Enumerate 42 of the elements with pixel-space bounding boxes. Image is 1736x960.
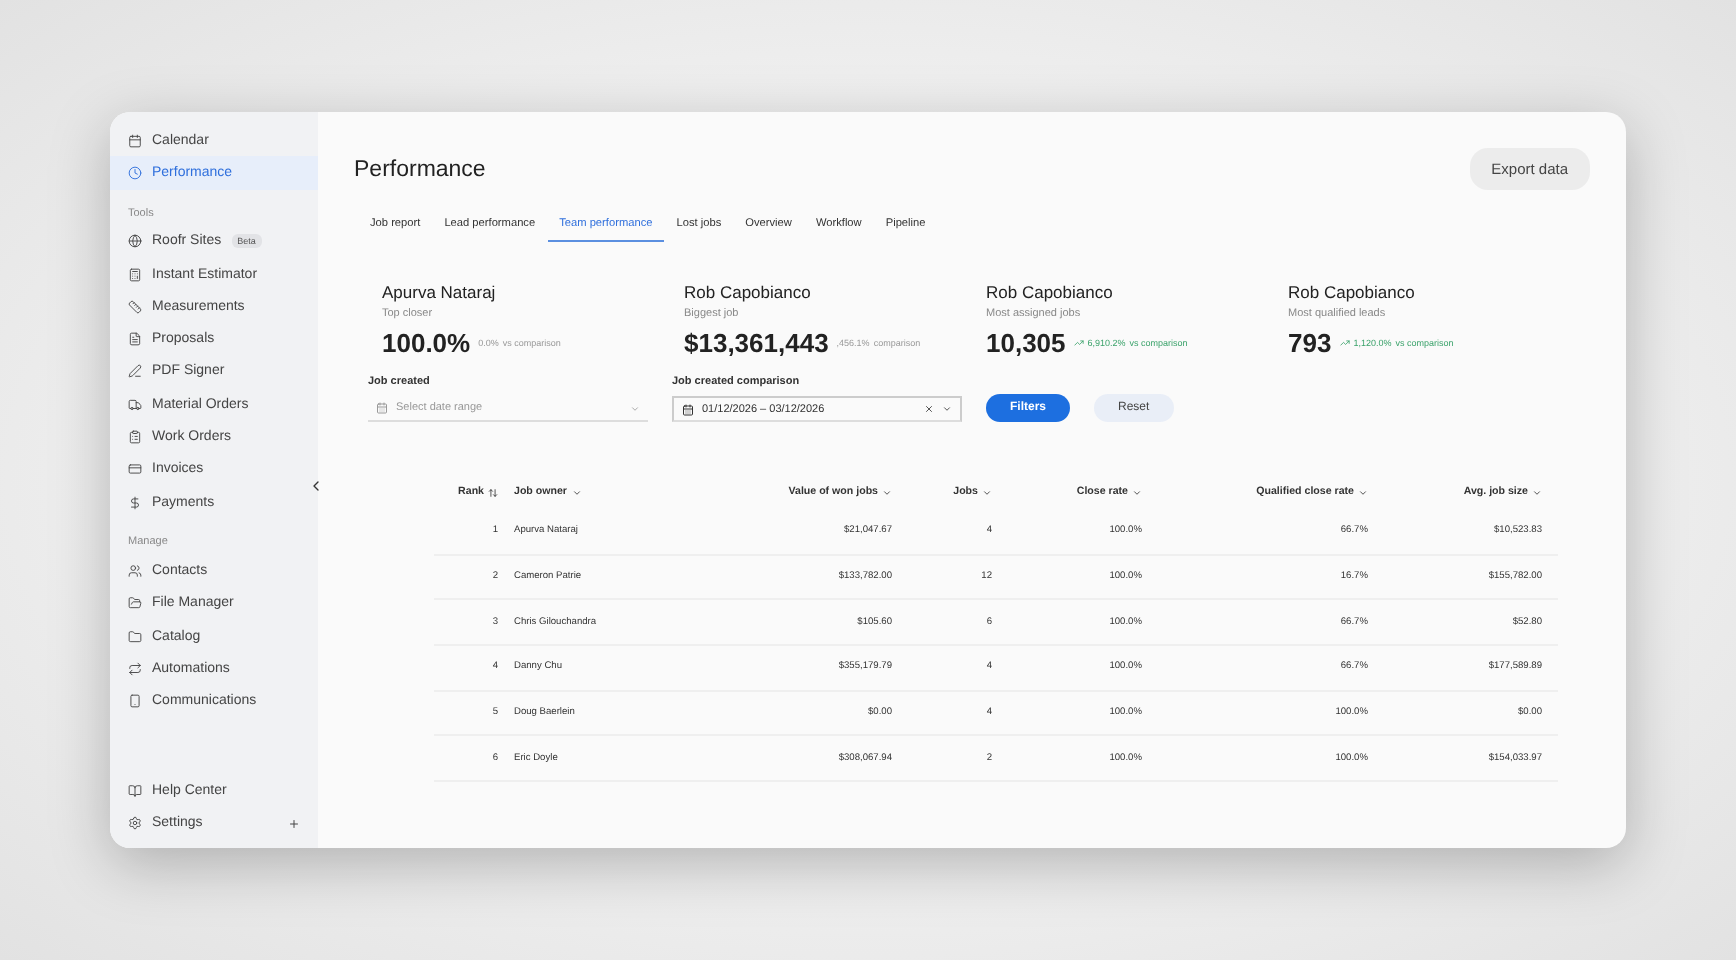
chevron-down-icon [1132,487,1142,497]
chevron-down-icon [942,404,952,414]
chevron-down-icon [1358,487,1368,497]
card-value: 793 [1288,328,1332,358]
sidebar-icon [128,629,142,643]
card-name: Rob Capobianco [684,282,813,302]
chevron-down-icon [1532,487,1542,497]
chevron-down-icon [882,487,892,497]
trend-icon [1073,338,1084,348]
chevron-down-icon [630,403,640,413]
card-value: 10,305 [986,328,1066,358]
calendar-icon [682,403,694,415]
sidebar-icon [128,397,142,412]
sidebar-icon [128,784,142,799]
card-name: Rob Capobianco [1288,282,1417,302]
sidebar-icon [128,430,142,445]
card-name: Apurva Nataraj [382,282,498,302]
card-value: $13,361,443 [684,328,829,358]
sidebar-icon [128,267,142,282]
card-value: 100.0% [382,328,471,358]
sidebar-icon [128,364,142,379]
sidebar-icon [128,332,142,347]
sidebar-icon [128,661,142,676]
chevron-down-icon [982,487,992,497]
sidebar-icon [128,563,142,578]
sidebar-icon [128,462,142,477]
sidebar-icon [128,596,142,611]
sort-icon [488,487,498,497]
sidebar-icon [128,694,142,709]
sidebar-icon [128,234,142,249]
collapse-icon[interactable] [308,478,324,494]
sidebar-icon [128,165,142,180]
sidebar-icon [128,495,142,510]
sidebar-icon [128,133,142,148]
calendar-icon [376,402,388,414]
sidebar-icon [128,299,142,314]
trend-icon [1339,338,1350,348]
page-title: Performance [354,157,486,181]
card-name: Rob Capobianco [986,282,1115,302]
plus-icon [288,817,300,830]
sidebar-icon [128,816,142,831]
chevron-down-icon [571,487,581,497]
